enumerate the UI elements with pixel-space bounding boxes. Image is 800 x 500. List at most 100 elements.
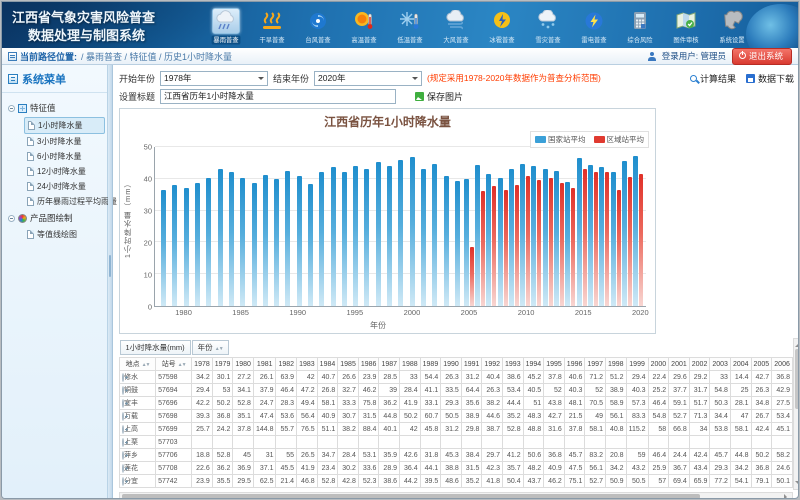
toolbar-item-hail[interactable]: 冰雹普查 bbox=[479, 6, 524, 45]
expand-row-icon[interactable] bbox=[122, 373, 124, 382]
year-column-header[interactable]: 1990 bbox=[441, 358, 462, 371]
page-icon bbox=[27, 197, 34, 206]
collapse-icon[interactable] bbox=[8, 215, 15, 222]
vertical-scroll-thumb[interactable] bbox=[795, 349, 799, 409]
year-column-header[interactable]: 1981 bbox=[253, 358, 276, 371]
expand-row-icon[interactable] bbox=[122, 438, 124, 447]
value-cell: 37.1 bbox=[253, 462, 276, 475]
expand-row-icon[interactable] bbox=[122, 386, 124, 395]
toolbar-item-drought[interactable]: 干旱普查 bbox=[249, 6, 294, 45]
expand-row-icon[interactable] bbox=[122, 477, 124, 486]
value-cell: 38.8 bbox=[441, 462, 462, 475]
year-column-header[interactable]: 1995 bbox=[544, 358, 565, 371]
year-column-header[interactable]: 1985 bbox=[338, 358, 359, 371]
tree-item-3小时降水量[interactable]: 3小时降水量 bbox=[24, 134, 105, 149]
tree-node-特征值[interactable]: 特征值 bbox=[4, 99, 105, 117]
year-column-header[interactable]: 1999 bbox=[626, 358, 648, 371]
year-column-header[interactable]: 1998 bbox=[605, 358, 626, 371]
toolbar-item-snow[interactable]: 雪灾普查 bbox=[525, 6, 570, 45]
tree-item-历年暴雨过程平均雨量[interactable]: 历年暴雨过程平均雨量 bbox=[24, 194, 105, 209]
bar-group-2012 bbox=[542, 147, 553, 306]
tree-item-6小时降水量[interactable]: 6小时降水量 bbox=[24, 149, 105, 164]
breadcrumb[interactable]: / 暴雨普查 / 特征值 / 历史1小时降水量 bbox=[81, 50, 232, 63]
year-column-header[interactable]: 2001 bbox=[669, 358, 690, 371]
chart-title: 江西省历年1小时降水量 bbox=[120, 109, 655, 130]
year-column-header[interactable]: 1989 bbox=[420, 358, 441, 371]
toolbar-item-high-temp[interactable]: 高温普查 bbox=[341, 6, 386, 45]
value-cell: 25.7 bbox=[192, 423, 213, 436]
year-group-sort[interactable]: 年份 ▲▼ bbox=[192, 340, 229, 355]
unit-label[interactable]: 1小时降水量(mm) bbox=[120, 340, 191, 355]
column-header-col_station[interactable]: 地点 ▲▼ bbox=[120, 358, 156, 371]
save-image-button[interactable]: 保存图片 bbox=[415, 90, 463, 103]
station-id: 57698 bbox=[156, 410, 192, 423]
expand-row-icon[interactable] bbox=[122, 425, 124, 434]
collapse-icon[interactable] bbox=[8, 105, 15, 112]
table-horizontal-scrollbar[interactable] bbox=[119, 492, 793, 499]
year-column-header[interactable]: 1987 bbox=[379, 358, 400, 371]
tree-item-24小时降水量[interactable]: 24小时降水量 bbox=[24, 179, 105, 194]
start-year-select[interactable]: 1978年 bbox=[160, 71, 268, 86]
toolbar-item-map-audit[interactable]: 图件审核 bbox=[663, 6, 708, 45]
toolbar-item-wind[interactable]: 大风普查 bbox=[433, 6, 478, 45]
year-column-header[interactable]: 1996 bbox=[564, 358, 585, 371]
year-column-header[interactable]: 1986 bbox=[358, 358, 379, 371]
year-column-header[interactable]: 1994 bbox=[523, 358, 544, 371]
year-column-header[interactable]: 1978 bbox=[192, 358, 213, 371]
value-cell: 39.5 bbox=[420, 475, 441, 488]
expand-row-icon[interactable] bbox=[122, 412, 124, 421]
year-column-header[interactable]: 1982 bbox=[276, 358, 297, 371]
scroll-up-arrow-icon[interactable] bbox=[795, 341, 799, 347]
value-cell: 25 bbox=[730, 384, 751, 397]
bar-group-1978 bbox=[158, 147, 169, 306]
tree-item-12小时降水量[interactable]: 12小时降水量 bbox=[24, 164, 105, 179]
download-button[interactable]: 数据下载 bbox=[746, 72, 794, 85]
expand-row-icon[interactable] bbox=[122, 464, 124, 473]
horizontal-scroll-thumb[interactable] bbox=[122, 494, 700, 499]
chart-title-input[interactable]: 江西省历年1小时降水量 bbox=[160, 89, 396, 104]
value-cell: 36.2 bbox=[212, 462, 233, 475]
column-header-col_id[interactable]: 站号 ▲▼ bbox=[156, 358, 192, 371]
year-column-header[interactable]: 1992 bbox=[482, 358, 503, 371]
year-column-header[interactable]: 2005 bbox=[751, 358, 772, 371]
year-column-header[interactable]: 2003 bbox=[710, 358, 731, 371]
year-column-header[interactable]: 2004 bbox=[730, 358, 751, 371]
toolbar-item-rain-cloud[interactable]: 暴雨普查 bbox=[203, 6, 248, 45]
toolbar-item-settings-wrench[interactable]: 系统设置 bbox=[709, 6, 754, 45]
toolbar-item-low-temp[interactable]: 低温普查 bbox=[387, 6, 432, 45]
value-cell: 31.5 bbox=[358, 410, 379, 423]
year-column-header[interactable]: 2000 bbox=[648, 358, 669, 371]
tree-item-等值线绘图[interactable]: 等值线绘图 bbox=[24, 227, 105, 242]
year-column-header[interactable]: 1997 bbox=[585, 358, 606, 371]
scroll-right-arrow-icon[interactable] bbox=[784, 494, 790, 499]
end-year-select[interactable]: 2020年 bbox=[314, 71, 422, 86]
station-name-cell: 上高 bbox=[122, 424, 153, 434]
year-column-header[interactable]: 2002 bbox=[689, 358, 710, 371]
toolbar-item-risk-calculator[interactable]: 综合风险 bbox=[617, 6, 662, 45]
year-column-header[interactable]: 1979 bbox=[212, 358, 233, 371]
tree-item-label: 3小时降水量 bbox=[37, 136, 81, 147]
logout-button[interactable]: 退出系统 bbox=[732, 48, 792, 65]
value-cell: 35.7 bbox=[503, 462, 524, 475]
year-column-header[interactable]: 1980 bbox=[233, 358, 254, 371]
national-avg-bar bbox=[297, 176, 302, 306]
expand-row-icon[interactable] bbox=[122, 451, 124, 460]
value-cell bbox=[400, 436, 421, 449]
year-column-header[interactable]: 1991 bbox=[461, 358, 482, 371]
legend-item[interactable]: 国家站平均 bbox=[535, 134, 586, 145]
tree-node-产品图绘制[interactable]: 产品图绘制 bbox=[4, 209, 105, 227]
toolbar-item-lightning[interactable]: 雷电普查 bbox=[571, 6, 616, 45]
calculate-button[interactable]: 计算结果 bbox=[690, 72, 736, 85]
year-column-header[interactable]: 1988 bbox=[400, 358, 421, 371]
table-vertical-scrollbar[interactable] bbox=[793, 338, 798, 490]
legend-item[interactable]: 区域站平均 bbox=[594, 134, 645, 145]
toolbar-item-typhoon[interactable]: 台风普查 bbox=[295, 6, 340, 45]
tree-item-1小时降水量[interactable]: 1小时降水量 bbox=[24, 117, 105, 134]
expand-row-icon[interactable] bbox=[122, 399, 124, 408]
year-column-header[interactable]: 1993 bbox=[503, 358, 524, 371]
year-column-header[interactable]: 1984 bbox=[317, 358, 338, 371]
year-column-header[interactable]: 1983 bbox=[297, 358, 318, 371]
scroll-down-arrow-icon[interactable] bbox=[795, 481, 799, 487]
year-column-header[interactable]: 2006 bbox=[772, 358, 793, 371]
value-cell: 33.3 bbox=[338, 397, 359, 410]
